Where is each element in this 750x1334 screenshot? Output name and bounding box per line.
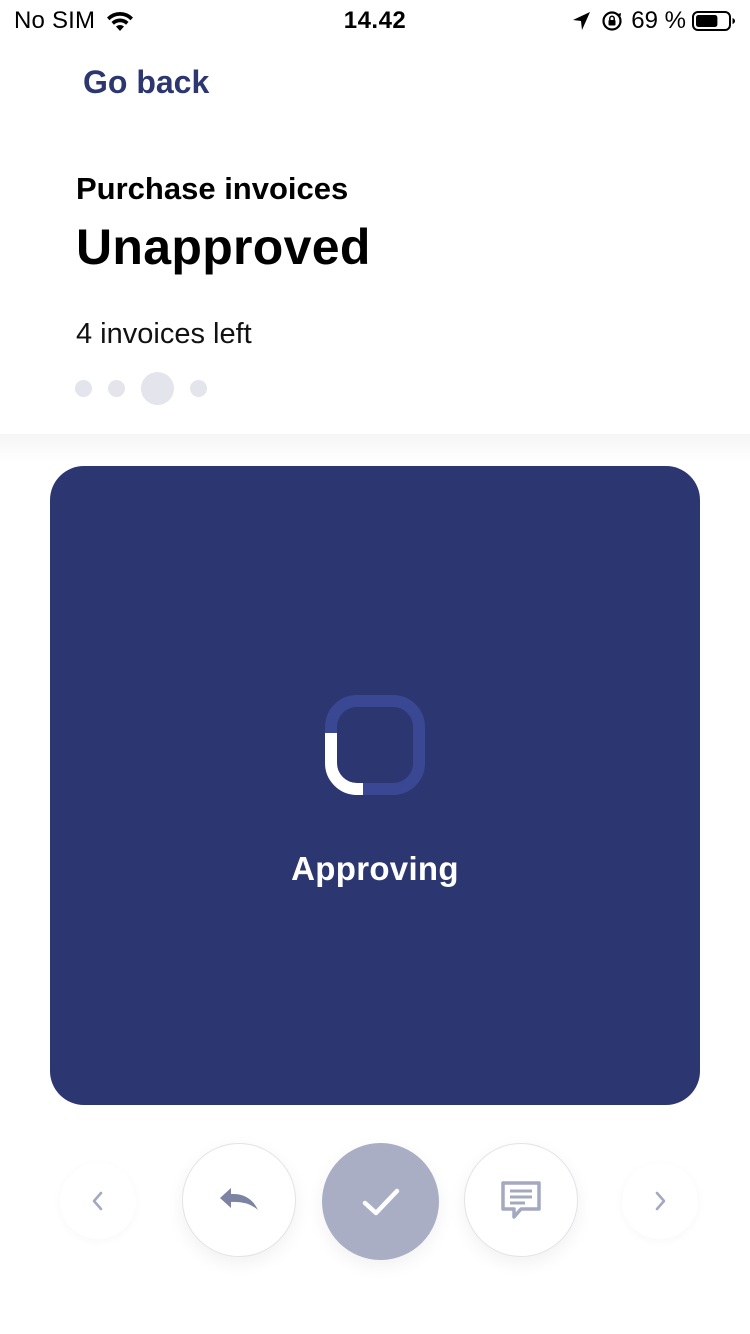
comment-icon xyxy=(501,1181,541,1219)
battery-percent: 69 % xyxy=(631,7,686,34)
go-back-link[interactable]: Go back xyxy=(83,64,209,101)
location-arrow-icon xyxy=(573,12,591,30)
battery-icon xyxy=(692,11,735,31)
status-bar: No SIM 14.42 69 % xyxy=(0,0,750,42)
pager-dot xyxy=(190,379,207,397)
header-divider-shadow xyxy=(0,434,750,464)
next-invoice-button[interactable] xyxy=(622,1163,698,1239)
pager-dots xyxy=(75,371,207,405)
undo-icon xyxy=(220,1188,258,1210)
pager-dot xyxy=(75,379,92,397)
section-subtitle: Purchase invoices xyxy=(76,171,349,206)
previous-invoice-button[interactable] xyxy=(60,1163,136,1239)
invoices-remaining: 4 invoices left xyxy=(76,318,252,350)
status-bar-right: 69 % xyxy=(571,7,736,35)
approving-status: Approving xyxy=(291,850,459,887)
chevron-left-icon xyxy=(92,1191,103,1211)
pager-dot-active xyxy=(141,371,174,405)
comment-button[interactable] xyxy=(464,1143,578,1257)
action-bar xyxy=(0,1140,750,1264)
invoice-card: Approving xyxy=(50,466,700,1105)
loading-spinner-icon xyxy=(325,695,425,795)
orientation-lock-icon xyxy=(602,11,622,31)
page-title: Unapproved xyxy=(76,219,371,275)
invoice-approval-screen: No SIM 14.42 69 % Go back Purchase invoi… xyxy=(0,0,750,1334)
chevron-right-icon xyxy=(655,1191,666,1211)
check-icon xyxy=(362,1188,399,1215)
approve-button[interactable] xyxy=(322,1143,439,1260)
undo-button[interactable] xyxy=(182,1143,296,1257)
pager-dot xyxy=(108,379,125,397)
